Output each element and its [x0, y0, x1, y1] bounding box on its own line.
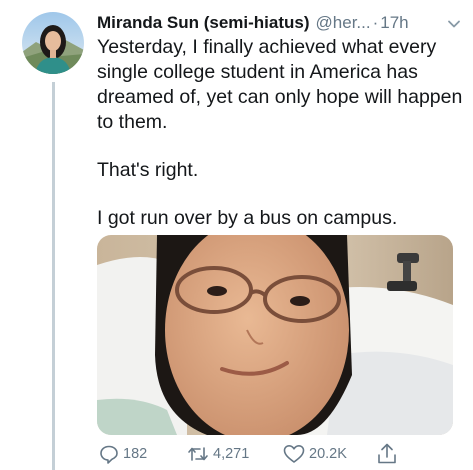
tweet-text-paragraph-3: I got run over by a bus on campus.: [97, 207, 398, 229]
retweet-icon: [187, 444, 213, 464]
reply-button[interactable]: 182: [99, 441, 147, 467]
user-handle[interactable]: @her...: [316, 13, 371, 33]
separator-dot: ·: [372, 13, 379, 32]
tweet-text-paragraph-2: That's right.: [97, 159, 199, 181]
tweet-actions: 182 4,271 20.2K: [97, 441, 467, 467]
tweet-text-paragraph-1: Yesterday, I finally achieved what every…: [97, 36, 463, 133]
display-name[interactable]: Miranda Sun (semi-hiatus): [97, 13, 310, 33]
heart-icon: [283, 444, 309, 464]
reply-count: 182: [123, 446, 148, 462]
retweet-button[interactable]: 4,271: [187, 441, 249, 467]
retweet-count: 4,271: [213, 446, 250, 462]
tweet-photo[interactable]: [97, 235, 453, 435]
tweet-text: Yesterday, I finally achieved what every…: [97, 35, 467, 231]
tweet[interactable]: Miranda Sun (semi-hiatus) @her... · 17h …: [0, 0, 473, 470]
timestamp[interactable]: 17h: [380, 13, 408, 33]
avatar[interactable]: [22, 12, 84, 74]
like-button[interactable]: 20.2K: [283, 441, 347, 467]
like-count: 20.2K: [309, 446, 347, 462]
tweet-header: Miranda Sun (semi-hiatus) @her... · 17h: [97, 11, 467, 35]
reply-icon: [99, 444, 123, 464]
thread-line: [52, 82, 55, 470]
chevron-down-icon[interactable]: [447, 16, 461, 30]
share-button[interactable]: [377, 441, 401, 467]
share-icon: [377, 443, 401, 465]
